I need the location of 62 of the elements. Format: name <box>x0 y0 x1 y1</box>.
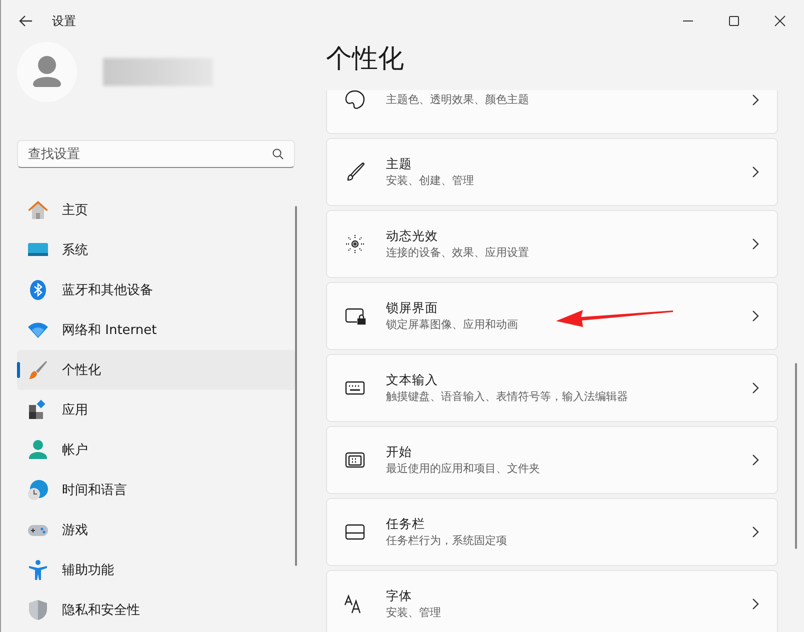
settings-card[interactable]: 字体 安装、管理 <box>326 570 778 632</box>
accessibility-icon <box>27 559 49 581</box>
card-description: 连接的设备、效果、应用设置 <box>386 245 529 261</box>
card-title: 任务栏 <box>386 515 425 533</box>
sidebar-item[interactable]: 网络和 Internet <box>17 310 296 350</box>
page-title: 个性化 <box>326 43 405 76</box>
settings-card[interactable]: 主题 安装、创建、管理 <box>326 138 778 206</box>
settings-card[interactable]: 开始 最近使用的应用和项目、文件夹 <box>326 426 778 494</box>
sidebar-item[interactable]: 应用 <box>17 390 296 430</box>
palette-icon <box>344 90 366 111</box>
maximize-icon[interactable] <box>728 15 740 27</box>
search-field[interactable]: 查找设置 <box>17 140 295 168</box>
chevron-icon <box>752 310 759 322</box>
card-description: 锁定屏幕图像、应用和动画 <box>386 317 518 333</box>
avatar-icon <box>17 42 77 102</box>
card-description: 安装、创建、管理 <box>386 173 474 189</box>
sidebar-item[interactable]: 隐私和安全性 <box>17 590 296 630</box>
sun-icon <box>344 233 366 255</box>
card-description: 主题色、透明效果、颜色主题 <box>386 92 529 108</box>
chevron-icon <box>752 454 759 466</box>
search-icon <box>272 148 284 160</box>
chevron-icon <box>752 382 759 394</box>
shield-icon <box>27 599 49 621</box>
chevron-icon <box>752 526 759 538</box>
scrollbar[interactable] <box>295 206 297 566</box>
sidebar-item[interactable]: 系统 <box>17 230 296 270</box>
scrollbar[interactable] <box>795 363 797 549</box>
chevron-icon <box>752 598 759 610</box>
settings-card[interactable]: 主题色、透明效果、颜色主题 <box>326 90 778 134</box>
settings-card[interactable]: 任务栏 任务栏行为，系统固定项 <box>326 498 778 566</box>
card-description: 最近使用的应用和项目、文件夹 <box>386 461 540 477</box>
card-description: 任务栏行为，系统固定项 <box>386 533 507 549</box>
close-icon[interactable] <box>774 15 786 27</box>
settings-card[interactable]: 动态光效 连接的设备、效果、应用设置 <box>326 210 778 278</box>
settings-card[interactable]: 锁屏界面 锁定屏幕图像、应用和动画 <box>326 282 778 350</box>
card-title: 锁屏界面 <box>386 299 438 317</box>
bluetooth-icon <box>27 279 49 301</box>
sidebar-item[interactable]: 帐户 <box>17 430 296 470</box>
settings-card[interactable]: 文本输入 触摸键盘、语音输入、表情符号等，输入法编辑器 <box>326 354 778 422</box>
card-description: 安装、管理 <box>386 605 441 621</box>
paintbrush-icon <box>27 359 49 381</box>
person-icon <box>27 439 49 461</box>
chevron-icon <box>752 238 759 250</box>
sidebar-item[interactable]: 主页 <box>17 190 296 230</box>
card-title: 文本输入 <box>386 371 438 389</box>
card-title: 开始 <box>386 443 412 461</box>
card-title: 字体 <box>386 587 412 605</box>
card-title: 动态光效 <box>386 227 438 245</box>
sidebar-item[interactable]: 蓝牙和其他设备 <box>17 270 296 310</box>
back-icon[interactable] <box>19 15 33 27</box>
home-icon <box>27 199 49 221</box>
sidebar-item[interactable]: 游戏 <box>17 510 296 550</box>
card-description: 触摸键盘、语音输入、表情符号等，输入法编辑器 <box>386 389 628 405</box>
window-title: 设置 <box>52 12 76 30</box>
card-title: 主题 <box>386 155 412 173</box>
chevron-icon <box>752 166 759 178</box>
sidebar-item[interactable]: 个性化 <box>17 350 296 390</box>
sidebar-item[interactable]: 辅助功能 <box>17 550 296 590</box>
globe-clock-icon <box>27 479 49 501</box>
chevron-icon <box>752 94 759 106</box>
selection-indicator <box>17 362 20 378</box>
sidebar-item[interactable]: 时间和语言 <box>17 470 296 510</box>
